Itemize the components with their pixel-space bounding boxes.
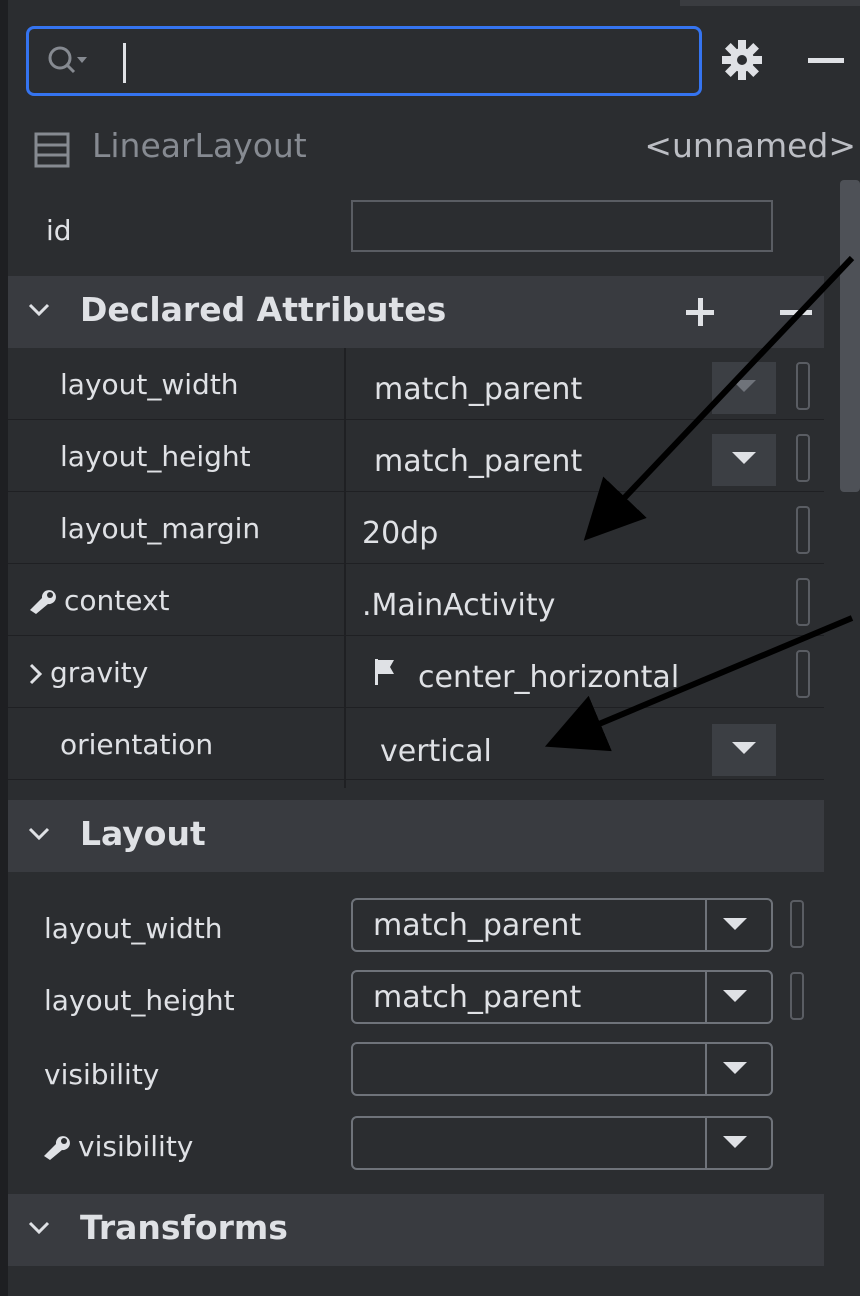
annotation-arrow [544,615,854,752]
annotation-arrows [544,255,855,752]
annotation-arrow [583,255,855,541]
